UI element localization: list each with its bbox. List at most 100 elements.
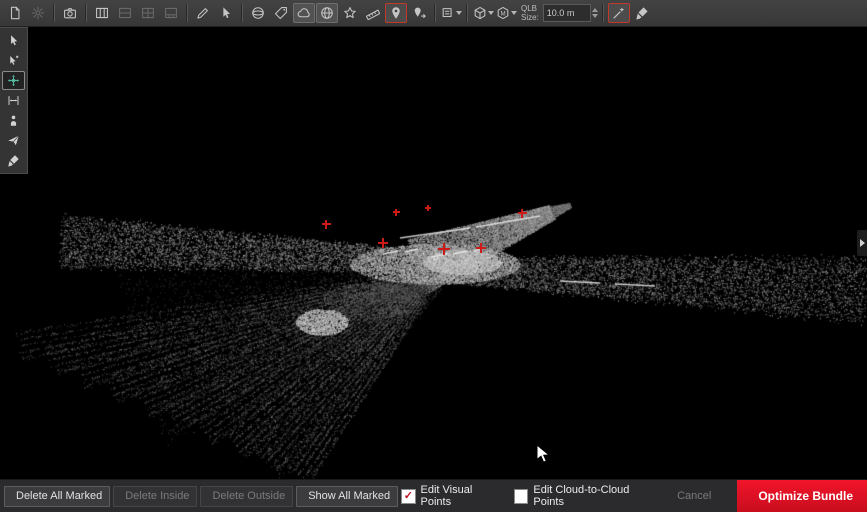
dropdown-caret-icon [488,11,494,15]
toolbar-separator [53,4,55,22]
move-pin-icon [412,6,426,20]
control-point-icon [389,6,403,20]
control-point-marker[interactable] [393,209,400,216]
cube-m-button[interactable]: M [495,3,517,23]
point-cloud-icon [297,6,311,20]
show-all-marked-button[interactable]: Show All Marked [296,486,398,507]
paint-select-tool-icon [7,154,20,167]
delete-all-marked-label: Delete All Marked [16,490,102,502]
control-point-marker[interactable] [518,209,527,218]
point-cloud-button[interactable] [293,3,315,23]
control-point-markers [0,26,867,480]
qlb-size-label: QLBSize: [521,4,539,22]
control-point-marker[interactable] [476,243,486,253]
cancel-label: Cancel [677,490,711,502]
select-tool-icon [7,34,20,47]
mouse-cursor-icon [536,444,550,464]
checkbox-box: ✓ [401,489,415,504]
project-button[interactable] [4,3,26,23]
viewport-3d[interactable] [0,26,867,480]
tag-icon [274,6,288,20]
layout-rows-button[interactable] [114,3,136,23]
toolbar-separator [186,4,188,22]
polygon-select-icon [343,6,357,20]
left-toolbar [0,27,28,174]
view-mode-button[interactable] [440,3,462,23]
control-point-marker[interactable] [322,220,331,229]
toolbar-separator [85,4,87,22]
dropdown-caret-icon [456,11,462,15]
qlb-size-spinner[interactable] [592,8,598,18]
dropdown-caret-icon [511,11,517,15]
delete-outside-button[interactable]: Delete Outside [200,486,293,507]
geo-reference-button[interactable] [316,3,338,23]
delete-all-marked-button[interactable]: Delete All Marked [4,486,110,507]
classify-icon [612,6,626,20]
polygon-select-button[interactable] [339,3,361,23]
cube-view-icon [473,6,487,20]
measure-distance-tool-button[interactable] [2,91,25,110]
layout-grid-icon [141,6,155,20]
delete-outside-label: Delete Outside [212,490,285,502]
show-all-marked-label: Show All Marked [308,490,390,502]
select-button[interactable] [215,3,237,23]
draw-icon [196,6,210,20]
control-point-marker[interactable] [378,238,388,248]
move-pin-button[interactable] [408,3,430,23]
qlb-size-input[interactable] [543,4,591,22]
layout-gallery-icon [164,6,178,20]
sphere-target-icon [251,6,265,20]
draw-button[interactable] [192,3,214,23]
measure-icon [366,6,380,20]
geo-reference-icon [320,6,334,20]
edit-cloud-to-cloud-label: Edit Cloud-to-Cloud Points [533,484,657,508]
checkbox-box [514,489,528,504]
move-point-tool-icon [7,74,20,87]
measure-button[interactable] [362,3,384,23]
cancel-button[interactable]: Cancel [669,490,715,502]
edit-cloud-to-cloud-checkbox[interactable]: Edit Cloud-to-Cloud Points [514,484,657,508]
control-point-button[interactable] [385,3,407,23]
person-view-tool-button[interactable] [2,111,25,130]
control-point-marker[interactable] [438,243,450,255]
toolbar-separator [466,4,468,22]
select-tool-button[interactable] [2,31,25,50]
paint-select-tool-button[interactable] [2,151,25,170]
delete-inside-button[interactable]: Delete Inside [113,486,197,507]
camera-icon [63,6,77,20]
settings-icon [31,6,45,20]
navigate-tool-icon [7,134,20,147]
layout-gallery-button[interactable] [160,3,182,23]
bottom-bar: Delete All Marked Delete Inside Delete O… [0,479,867,512]
optimize-bundle-button[interactable]: Optimize Bundle [737,480,867,512]
tag-button[interactable] [270,3,292,23]
paint-icon [635,6,649,20]
project-icon [8,6,22,20]
paint-button[interactable] [631,3,653,23]
sphere-target-button[interactable] [247,3,269,23]
delete-inside-label: Delete Inside [125,490,189,502]
qlb-size-input-group [543,4,598,22]
cube-view-button[interactable] [472,3,494,23]
chevron-right-icon [860,239,865,247]
camera-button[interactable] [59,3,81,23]
classify-button[interactable] [608,3,630,23]
layout-grid-button[interactable] [137,3,159,23]
select-icon [219,6,233,20]
control-point-marker[interactable] [425,205,431,211]
layout-columns-icon [95,6,109,20]
settings-button[interactable] [27,3,49,23]
layout-columns-button[interactable] [91,3,113,23]
move-point-tool-button[interactable] [2,71,25,90]
layout-rows-icon [118,6,132,20]
toolbar-separator [241,4,243,22]
cube-m-icon: M [496,6,510,20]
toolbar-separator [434,4,436,22]
edit-visual-points-checkbox[interactable]: ✓ Edit Visual Points [401,484,502,508]
navigate-tool-button[interactable] [2,131,25,150]
right-panel-expander[interactable] [857,230,867,256]
smart-select-tool-button[interactable] [2,51,25,70]
measure-distance-tool-icon [7,94,20,107]
top-toolbar: M QLBSize: [0,0,867,27]
person-view-tool-icon [7,114,20,127]
